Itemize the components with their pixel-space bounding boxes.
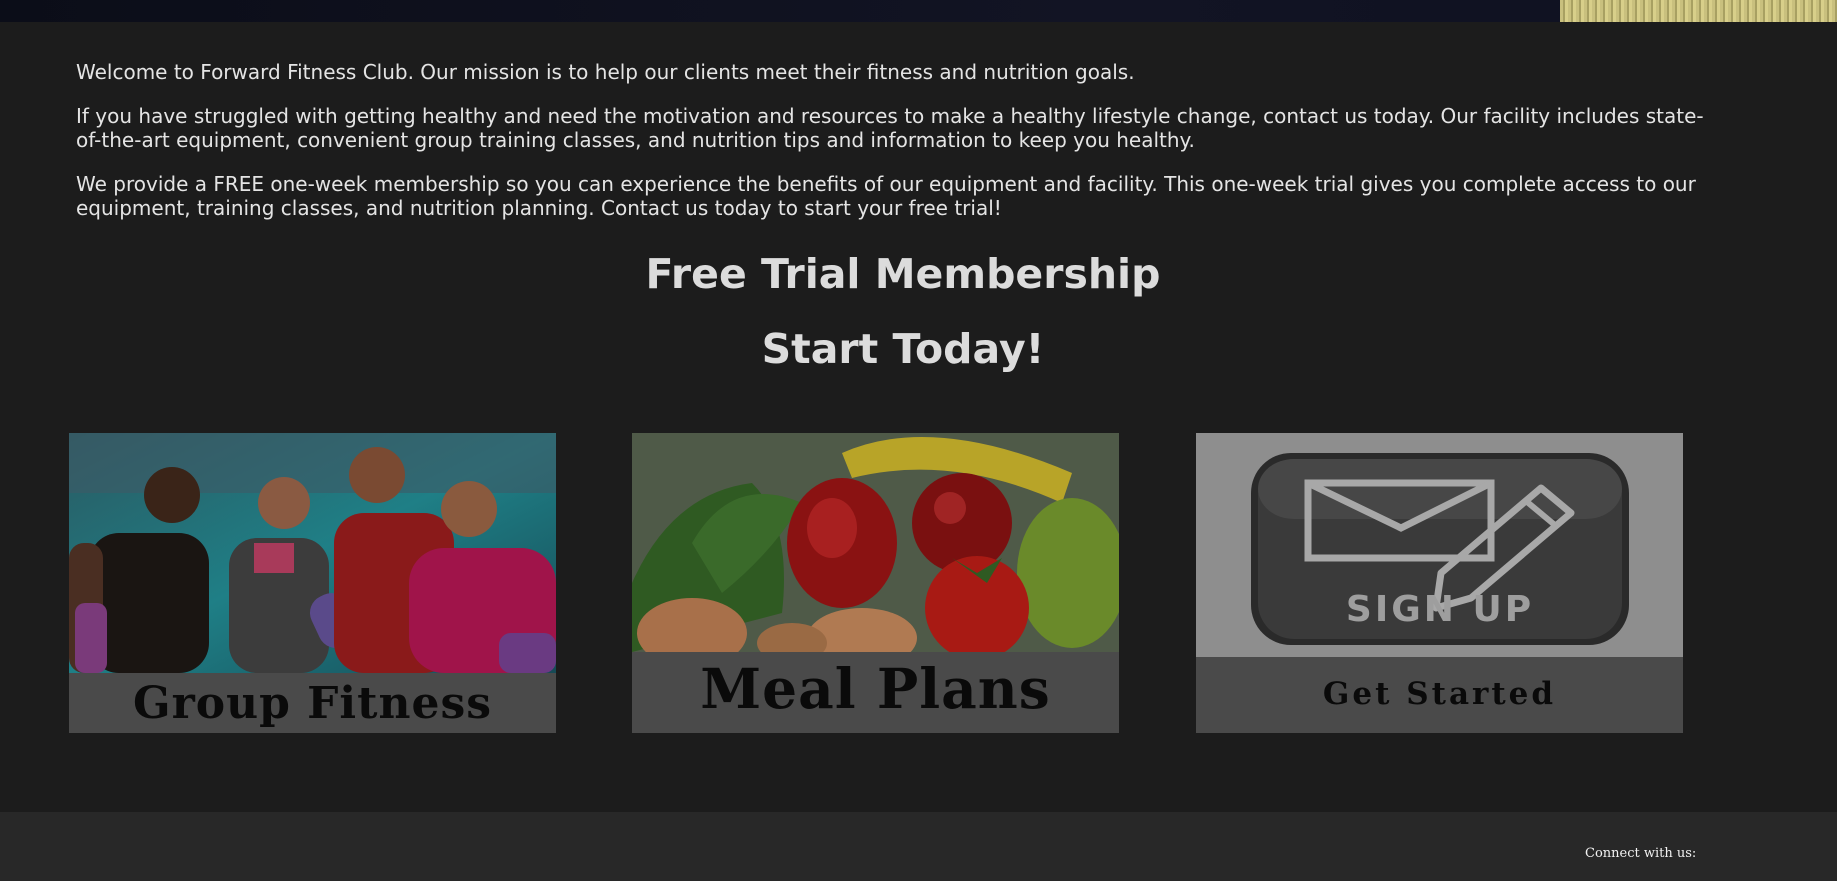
meal-plans-caption: Meal Plans — [632, 652, 1119, 733]
group-fitness-photo — [69, 433, 556, 673]
intro-paragraph-struggle: If you have struggled with getting healt… — [76, 104, 1704, 152]
footer: Connect with us: — [0, 812, 1837, 881]
group-fitness-caption: Group Fitness — [69, 673, 556, 733]
get-started-card[interactable]: SIGN UP Get Started — [1196, 433, 1683, 733]
meal-plans-photo — [632, 433, 1119, 652]
group-fitness-card[interactable]: Group Fitness — [69, 433, 556, 733]
hero-banner — [0, 0, 1837, 22]
connect-with-us-label: Connect with us: — [1585, 846, 1697, 861]
free-trial-heading: Free Trial Membership — [645, 250, 1161, 298]
intro-paragraph-free-membership: We provide a FREE one-week membership so… — [76, 172, 1696, 220]
sign-up-icon: SIGN UP — [1196, 433, 1683, 657]
meal-plans-card[interactable]: Meal Plans — [632, 433, 1119, 733]
hero-image — [1560, 0, 1837, 22]
intro-section: Welcome to Forward Fitness Club. Our mis… — [76, 60, 1726, 240]
sign-up-label: SIGN UP — [1346, 589, 1534, 630]
intro-paragraph-welcome: Welcome to Forward Fitness Club. Our mis… — [76, 60, 1135, 84]
get-started-caption: Get Started — [1196, 657, 1683, 733]
start-today-heading: Start Today! — [761, 325, 1045, 373]
